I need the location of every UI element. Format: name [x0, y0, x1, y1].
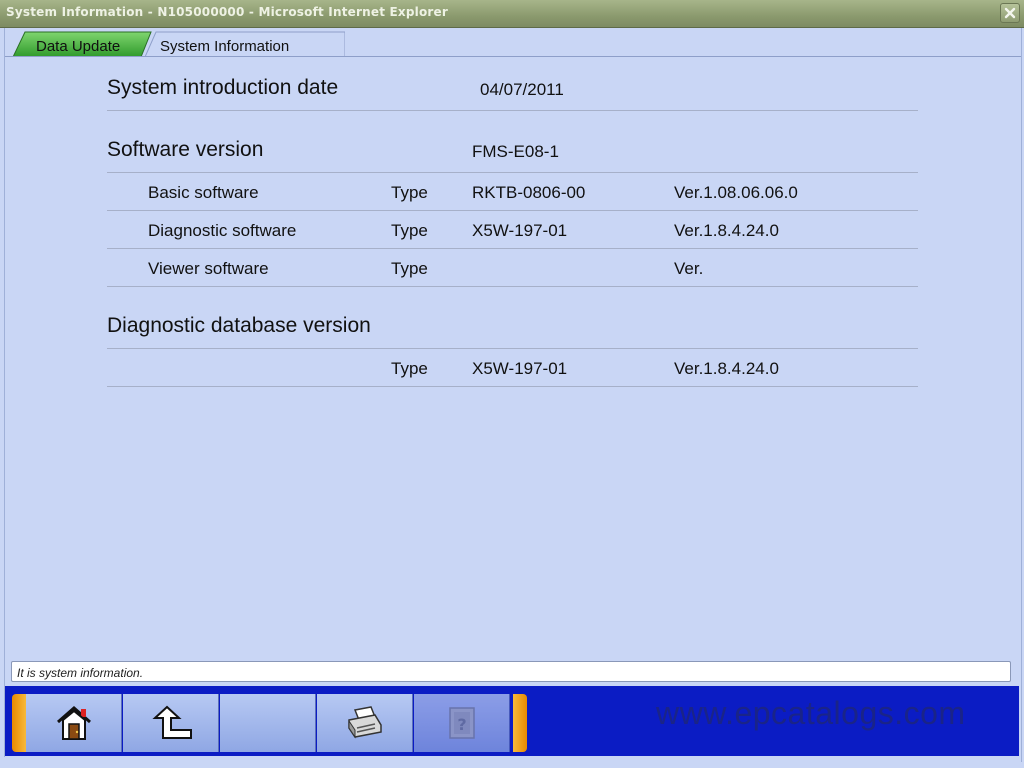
tab-divider	[5, 56, 1021, 57]
divider	[107, 110, 918, 111]
svg-text:?: ?	[457, 715, 466, 734]
printer-icon	[348, 706, 382, 739]
toolbar-cap-left	[12, 694, 26, 752]
basic-software-type-value: RKTB-0806-00	[472, 183, 586, 202]
close-icon	[1004, 7, 1016, 19]
title-bar[interactable]: System Information - N105000000 - Micros…	[0, 0, 1024, 28]
divider	[107, 172, 918, 173]
basic-software-label: Basic software	[148, 183, 259, 202]
back-button[interactable]	[123, 694, 219, 752]
divider	[107, 286, 918, 287]
window-title: System Information - N105000000 - Micros…	[6, 5, 448, 19]
tab-label: Data Update	[36, 38, 121, 55]
status-message: It is system information.	[17, 666, 144, 680]
viewer-software-type-label: Type	[391, 259, 428, 278]
divider	[107, 386, 918, 387]
divider	[107, 348, 918, 349]
divider	[107, 248, 918, 249]
diagnostic-software-type-label: Type	[391, 221, 428, 240]
divider	[107, 210, 918, 211]
blank-button[interactable]	[220, 694, 316, 752]
back-arrow-icon	[152, 705, 192, 739]
toolbar-cap-right	[513, 694, 527, 752]
bottom-border	[4, 757, 1020, 768]
tab-bar: System Information Data Update	[5, 28, 1021, 58]
tab-system-information[interactable]: System Information	[145, 31, 345, 57]
database-type-label: Type	[391, 359, 428, 378]
watermark-text: www.epcatalogs.com	[656, 695, 966, 731]
main-frame: System Information Data Update System in…	[4, 28, 1022, 762]
system-intro-value: 04/07/2011	[480, 80, 564, 99]
database-type-value: X5W-197-01	[472, 359, 568, 378]
diagnostic-software-version: Ver.1.8.4.24.0	[674, 221, 779, 240]
status-bar: It is system information.	[11, 661, 1011, 682]
bottom-toolbar: ? www.epcatalogs.com	[5, 686, 1019, 756]
software-version-label: Software version	[107, 138, 264, 161]
diagnostic-software-label: Diagnostic software	[148, 221, 297, 240]
help-button[interactable]: ?	[414, 694, 510, 752]
viewer-software-version: Ver.	[674, 259, 704, 278]
home-icon	[57, 706, 91, 740]
database-version-label: Diagnostic database version	[107, 314, 371, 337]
tab-data-update[interactable]: Data Update	[13, 31, 153, 57]
print-button[interactable]	[317, 694, 413, 752]
help-icon: ?	[449, 707, 475, 739]
basic-software-type-label: Type	[391, 183, 428, 202]
home-button[interactable]	[26, 694, 122, 752]
basic-software-version: Ver.1.08.06.06.0	[674, 183, 798, 202]
database-version: Ver.1.8.4.24.0	[674, 359, 779, 378]
viewer-software-label: Viewer software	[148, 259, 269, 278]
software-version-value: FMS-E08-1	[472, 142, 559, 161]
close-button[interactable]	[1000, 3, 1020, 23]
system-intro-label: System introduction date	[107, 76, 339, 99]
diagnostic-software-type-value: X5W-197-01	[472, 221, 568, 240]
tab-label: System Information	[160, 38, 290, 55]
